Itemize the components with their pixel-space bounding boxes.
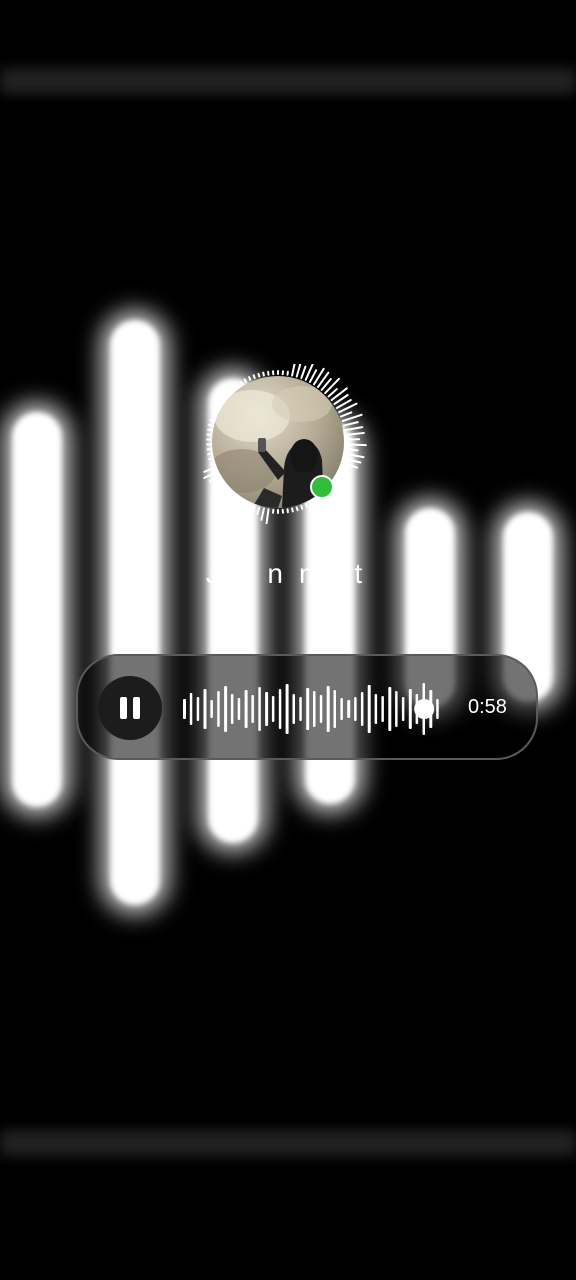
waveform-bar <box>183 699 186 719</box>
waveform-bar <box>189 693 193 725</box>
ring-tick <box>343 421 359 427</box>
waveform-bar <box>237 698 241 720</box>
waveform-bar <box>258 687 261 731</box>
top-glow-band <box>0 68 576 94</box>
pause-button[interactable] <box>98 676 162 740</box>
playback-time: 0:58 <box>468 696 507 718</box>
waveform-bar <box>333 690 336 728</box>
ring-tick <box>344 432 365 436</box>
waveform-bar <box>408 689 412 729</box>
screen: Jann t 0:58 <box>0 0 576 1280</box>
ring-tick <box>295 364 302 378</box>
online-status-dot <box>310 475 334 499</box>
seek-thumb[interactable] <box>414 699 435 719</box>
background-eq-bar <box>110 320 160 905</box>
waveform-bar <box>278 689 282 729</box>
waveform-bar <box>251 695 254 723</box>
waveform-bar <box>196 697 200 721</box>
waveform-bar <box>326 686 330 732</box>
waveform-seek-bar[interactable] <box>182 674 442 744</box>
ring-tick <box>291 364 296 377</box>
waveform-bar <box>436 699 439 719</box>
ring-tick <box>341 462 359 469</box>
pause-icon-bar <box>133 697 140 719</box>
waveform-bar <box>374 694 378 724</box>
waveform-bar <box>313 691 316 727</box>
waveform-bar <box>203 689 207 729</box>
waveform-bar <box>395 691 398 727</box>
waveform-bar <box>244 690 248 728</box>
voice-message-player: 0:58 <box>76 654 538 760</box>
waveform-bar <box>347 700 351 718</box>
waveform-bar <box>306 688 310 730</box>
waveform-bar <box>354 697 357 721</box>
ring-tick <box>344 448 359 452</box>
waveform-bar <box>367 685 371 733</box>
ring-tick <box>207 428 212 432</box>
ring-tick <box>265 508 270 524</box>
waveform-bar <box>230 694 234 724</box>
contact-name: Jann t <box>205 558 379 589</box>
waveform-bar <box>319 695 323 723</box>
ring-tick <box>344 426 364 432</box>
bottom-glow-band <box>0 1130 576 1156</box>
ring-tick <box>291 507 294 513</box>
waveform-bar <box>265 692 269 726</box>
waveform-bar <box>388 687 392 731</box>
waveform-bar <box>292 694 295 724</box>
waveform-bar <box>217 691 220 727</box>
ring-tick <box>344 452 365 459</box>
background-eq-bar <box>12 412 62 807</box>
ring-tick <box>260 507 265 521</box>
waveform-bar <box>299 697 302 721</box>
waveform-bar <box>381 696 384 722</box>
waveform-bar <box>340 698 343 720</box>
ring-tick <box>345 443 367 447</box>
waveform-bar <box>285 684 289 734</box>
ring-tick <box>343 457 362 464</box>
waveform-bar <box>271 696 275 722</box>
waveform-bar <box>224 686 228 732</box>
ring-tick <box>207 452 212 456</box>
waveform-bar <box>360 692 364 726</box>
avatar-group <box>196 364 372 524</box>
ring-tick <box>256 506 261 515</box>
waveform-bar <box>401 697 405 721</box>
pause-icon <box>120 697 127 719</box>
waveform-bar <box>210 700 213 718</box>
